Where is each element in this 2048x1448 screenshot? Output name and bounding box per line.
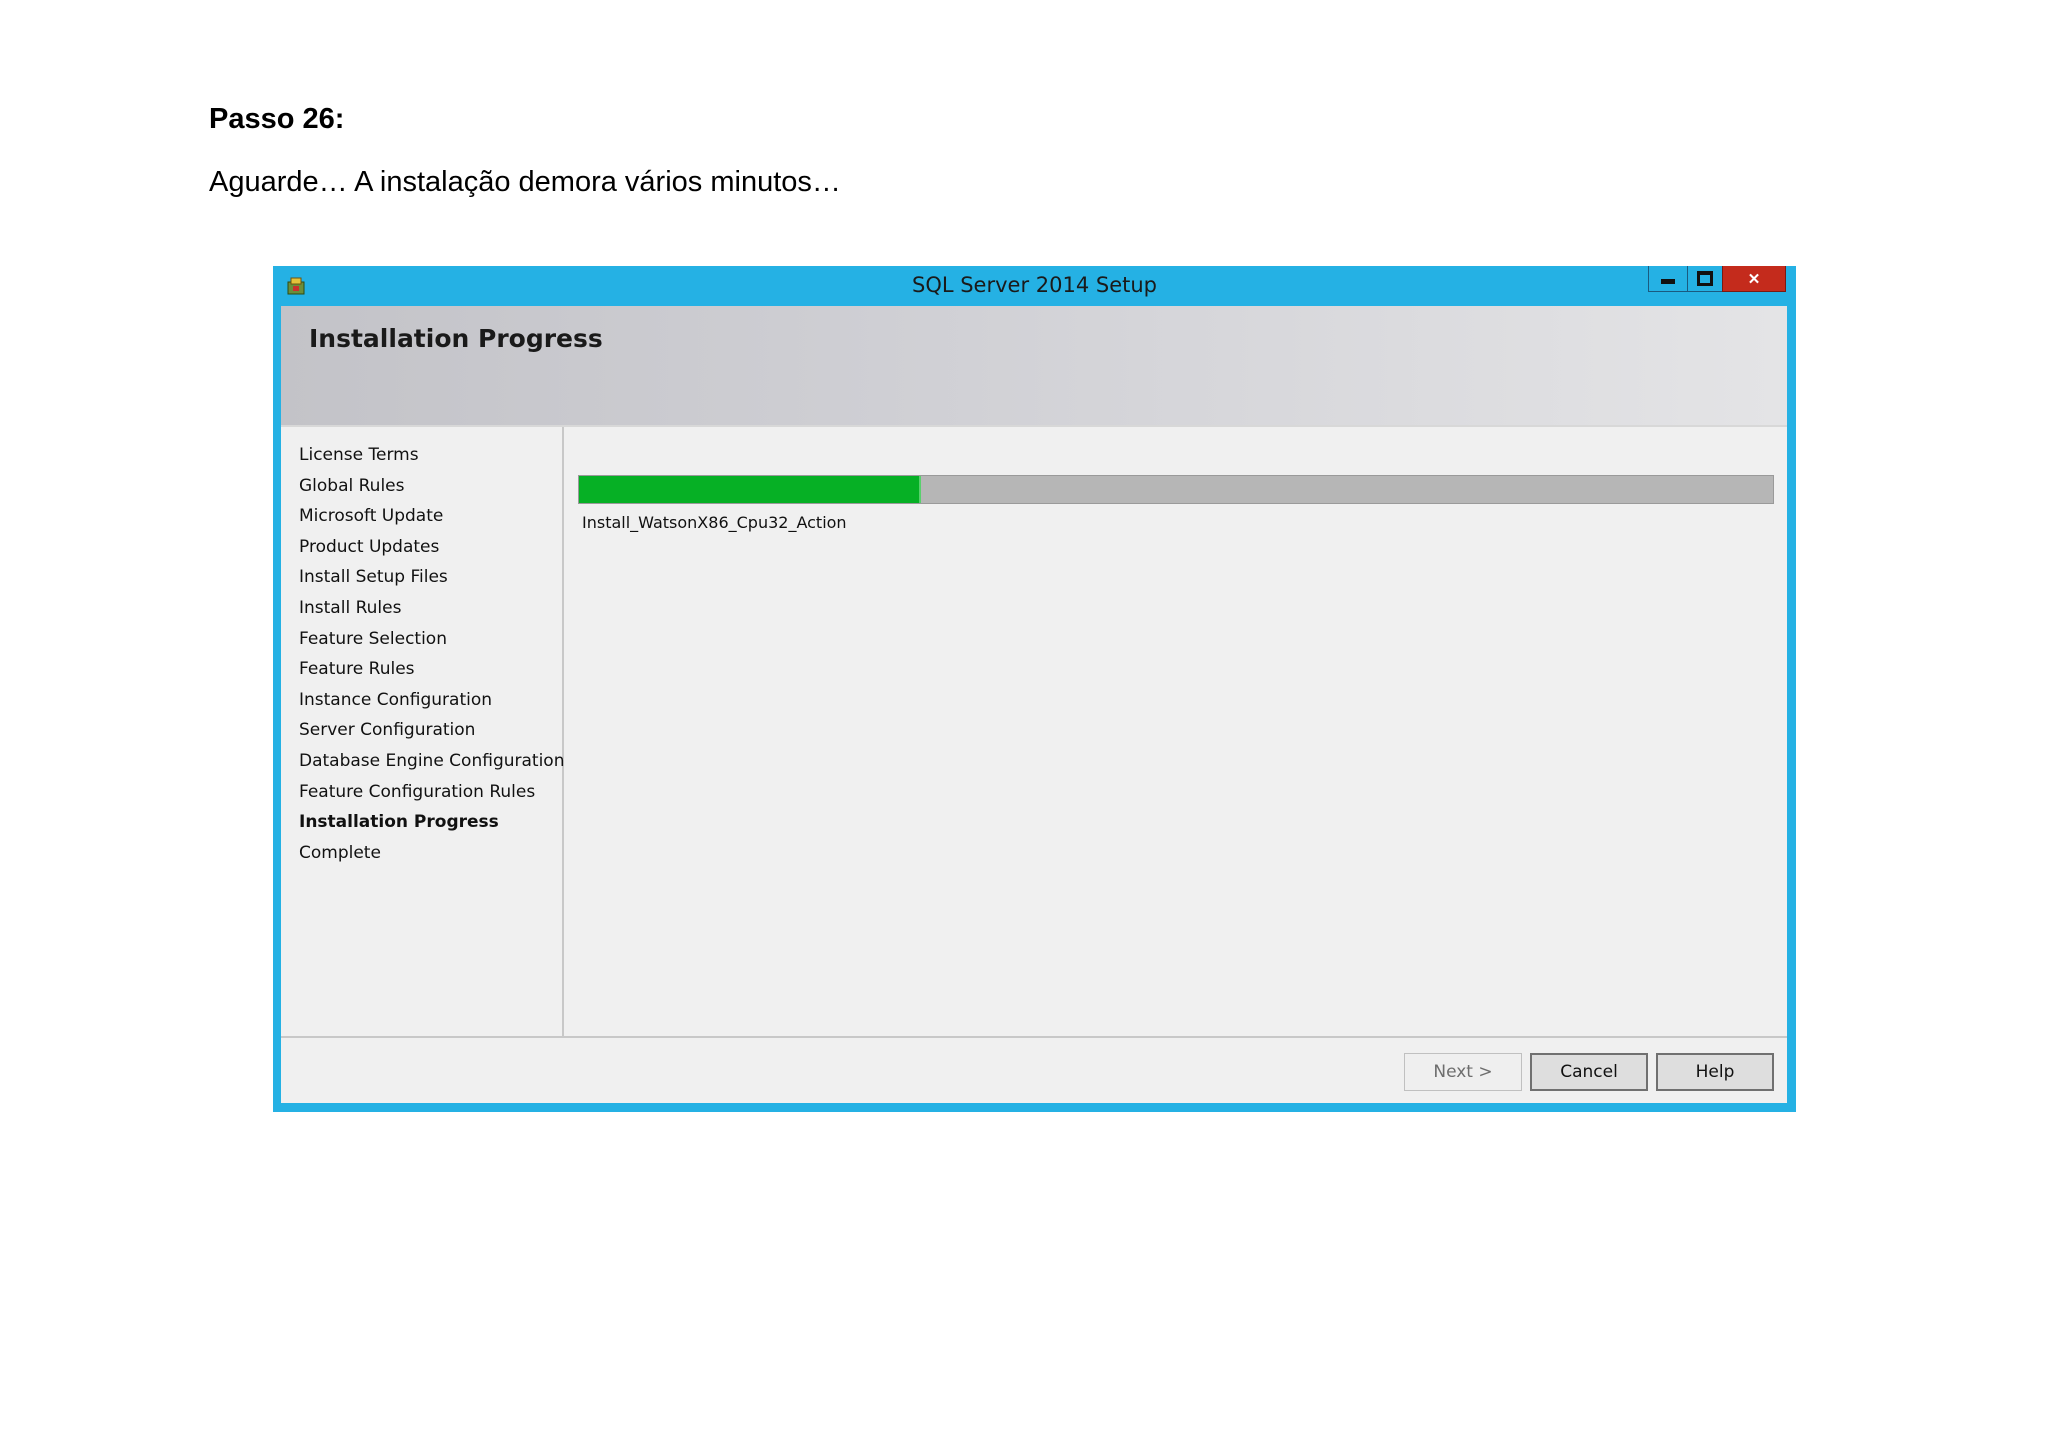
cancel-button[interactable]: Cancel: [1530, 1053, 1648, 1091]
step-instruction: Aguarde… A instalação demora vários minu…: [209, 166, 841, 198]
nav-item: Database Engine Configuration: [299, 751, 565, 771]
progress-status-text: Install_WatsonX86_Cpu32_Action: [582, 513, 847, 532]
main-content: Install_WatsonX86_Cpu32_Action: [564, 427, 1787, 1036]
window-client-area: Installation Progress License Terms Globa…: [281, 306, 1787, 1103]
button-bar: Next > Cancel Help: [281, 1036, 1787, 1105]
nav-item: Feature Configuration Rules: [299, 781, 536, 802]
help-button[interactable]: Help: [1656, 1053, 1774, 1091]
nav-item: Global Rules: [299, 475, 405, 496]
nav-item: License Terms: [299, 445, 419, 465]
nav-item: Feature Rules: [299, 659, 415, 680]
maximize-button[interactable]: [1687, 266, 1723, 292]
close-icon: ✕: [1747, 270, 1761, 288]
setup-window: SQL Server 2014 Setup ✕ Installation Pro…: [273, 266, 1796, 1112]
title-bar[interactable]: SQL Server 2014 Setup ✕: [273, 266, 1796, 306]
nav-item: Feature Selection: [299, 628, 447, 649]
page-header: Installation Progress: [281, 306, 1787, 427]
minimize-icon: [1661, 279, 1675, 284]
nav-item: Server Configuration: [299, 720, 476, 741]
nav-item: Product Updates: [299, 536, 440, 557]
progress-fill: [579, 476, 922, 503]
progress-bar: [578, 475, 1774, 504]
nav-item: Install Setup Files: [299, 567, 448, 588]
minimize-button[interactable]: [1648, 266, 1688, 292]
step-heading: Passo 26:: [209, 103, 345, 135]
next-button[interactable]: Next >: [1404, 1053, 1522, 1091]
nav-item: Complete: [299, 842, 381, 863]
close-button[interactable]: ✕: [1722, 266, 1786, 292]
nav-item: Install Rules: [299, 598, 402, 618]
nav-item: Microsoft Update: [299, 506, 444, 527]
nav-item: Instance Configuration: [299, 689, 493, 710]
page-title: Installation Progress: [309, 324, 603, 353]
maximize-icon: [1697, 271, 1713, 286]
nav-item: Installation Progress: [299, 812, 499, 833]
window-title: SQL Server 2014 Setup: [911, 273, 1158, 297]
wizard-steps-nav: License Terms Global Rules Microsoft Updat…: [281, 427, 564, 1036]
